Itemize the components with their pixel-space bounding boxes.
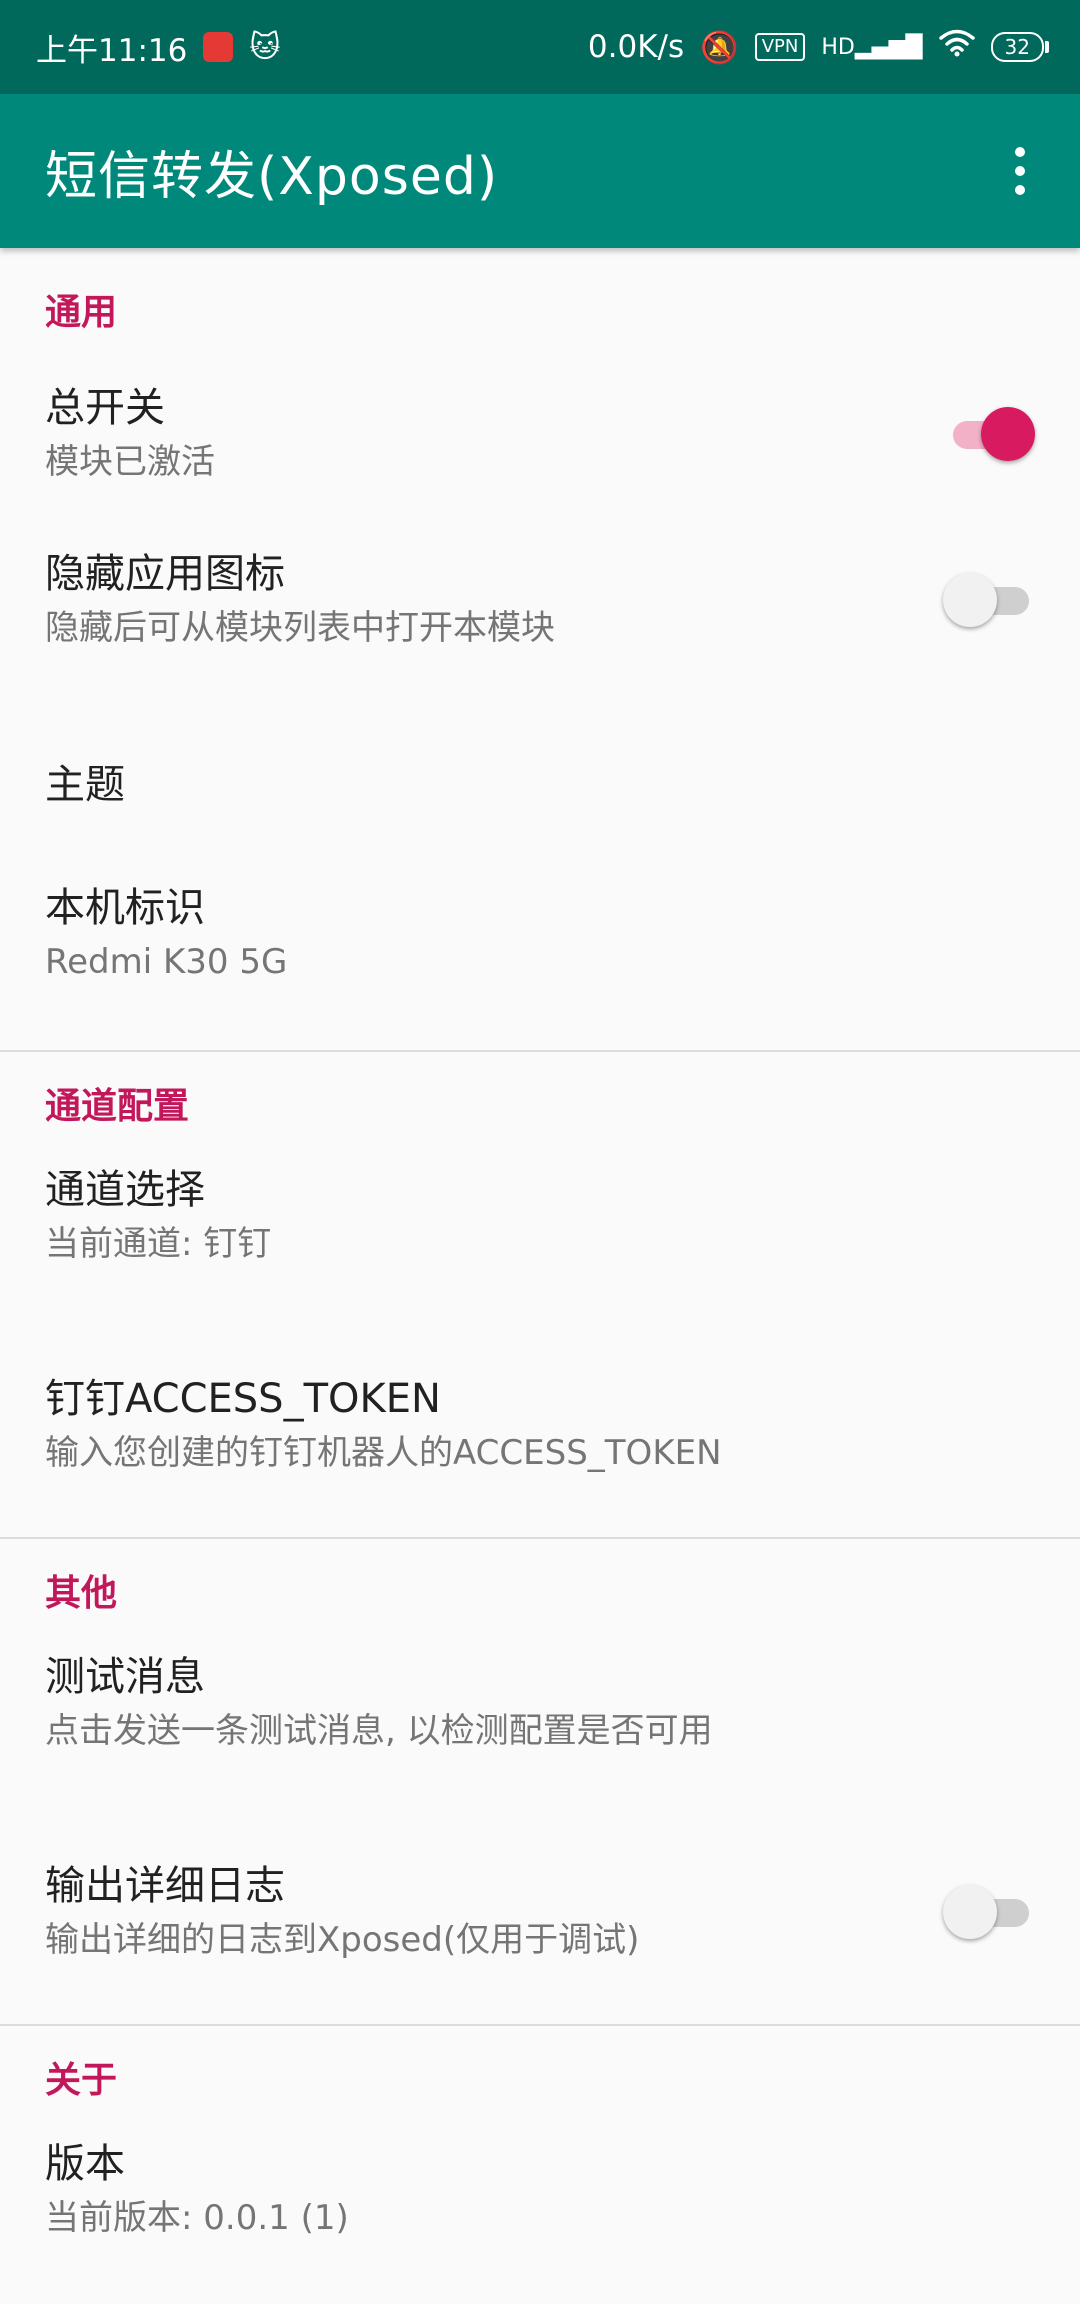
network-speed: 0.0K/s: [587, 29, 685, 65]
category-title-other: 其他: [45, 1573, 118, 1614]
category-other: 其他 测试消息 点击发送一条测试消息, 以检测配置是否可用 输出详细日志 输出详…: [0, 1539, 1080, 2024]
status-time: 上午11:16: [36, 32, 188, 69]
category-title-about: 关于: [45, 2060, 118, 2101]
hide-icon-toggle[interactable]: [943, 570, 1035, 630]
cat-notification-icon: 🐱: [249, 29, 281, 65]
switch-thumb: [943, 1884, 997, 1939]
pref-summary: 当前通道: 钉钉: [45, 1224, 272, 1264]
pref-title: 隐藏应用图标: [45, 551, 285, 597]
category-about: 关于 版本 当前版本: 0.0.1 (1): [0, 2026, 1080, 2286]
pref-summary: 当前版本: 0.0.1 (1): [45, 2198, 349, 2238]
app-notification-icon: [203, 32, 234, 62]
test-message-pref[interactable]: 测试消息 点击发送一条测试消息, 以检测配置是否可用: [0, 1649, 1080, 1799]
hd-label: HD: [821, 34, 855, 60]
category-general: 通用 总开关 模块已激活 隐藏应用图标 隐藏后可从模块列表中打开本模块 主题 本…: [0, 248, 1080, 1050]
hide-icon-pref[interactable]: 隐藏应用图标 隐藏后可从模块列表中打开本模块: [0, 500, 1080, 700]
theme-pref[interactable]: 主题: [0, 700, 1080, 870]
pref-text: 输出详细日志 输出详细的日志到Xposed(仅用于调试): [45, 1858, 639, 1966]
pref-title: 本机标识: [45, 885, 205, 931]
mute-icon: 🔕: [700, 29, 739, 66]
pref-summary: Redmi K30 5G: [45, 942, 288, 982]
dingtalk-token-pref[interactable]: 钉钉ACCESS_TOKEN 输入您创建的钉钉机器人的ACCESS_TOKEN: [0, 1312, 1080, 1537]
app-bar: 短信转发(Xposed): [0, 94, 1080, 248]
switch-thumb: [943, 573, 997, 627]
version-pref[interactable]: 版本 当前版本: 0.0.1 (1): [0, 2136, 1080, 2286]
pref-title: 版本: [45, 2141, 125, 2187]
pref-title: 输出详细日志: [45, 1862, 285, 1909]
verbose-log-pref[interactable]: 输出详细日志 输出详细的日志到Xposed(仅用于调试): [0, 1799, 1080, 2024]
master-switch-pref[interactable]: 总开关 模块已激活: [0, 368, 1080, 500]
pref-text: 通道选择 当前通道: 钉钉: [45, 1162, 271, 1270]
status-bar-left: 上午11:16 🐱: [36, 25, 281, 70]
pref-title: 通道选择: [45, 1167, 205, 1213]
master-switch-toggle[interactable]: [943, 404, 1035, 464]
pref-text: 钉钉ACCESS_TOKEN 输入您创建的钉钉机器人的ACCESS_TOKEN: [45, 1371, 722, 1479]
channel-select-pref[interactable]: 通道选择 当前通道: 钉钉: [0, 1162, 1080, 1312]
device-id-pref[interactable]: 本机标识 Redmi K30 5G: [0, 870, 1080, 1050]
status-bar: 上午11:16 🐱 0.0K/s 🔕 VPN HD▂▄▆█ 32: [0, 0, 1080, 94]
pref-summary: 隐藏后可从模块列表中打开本模块: [45, 608, 555, 648]
pref-title: 主题: [45, 762, 125, 808]
battery-icon: 32: [990, 32, 1050, 62]
pref-text: 总开关 模块已激活: [45, 380, 215, 488]
pref-title: 测试消息: [45, 1654, 205, 1700]
pref-title: 钉钉ACCESS_TOKEN: [45, 1375, 441, 1422]
pref-summary: 模块已激活: [45, 442, 215, 482]
pref-summary: 输入您创建的钉钉机器人的ACCESS_TOKEN: [45, 1432, 722, 1473]
verbose-log-toggle[interactable]: [943, 1882, 1035, 1942]
status-bar-right: 0.0K/s 🔕 VPN HD▂▄▆█ 32: [587, 29, 1050, 66]
category-title-channel: 通道配置: [45, 1086, 190, 1127]
category-channel: 通道配置 通道选择 当前通道: 钉钉 钉钉ACCESS_TOKEN 输入您创建的…: [0, 1052, 1080, 1537]
pref-text: 主题: [45, 757, 125, 813]
vpn-icon: VPN: [754, 33, 806, 61]
pref-summary: 输出详细的日志到Xposed(仅用于调试): [45, 1919, 640, 1960]
app-title: 短信转发(Xposed): [45, 146, 499, 207]
pref-text: 隐藏应用图标 隐藏后可从模块列表中打开本模块: [45, 546, 555, 654]
pref-summary: 点击发送一条测试消息, 以检测配置是否可用: [45, 1711, 713, 1751]
pref-text: 测试消息 点击发送一条测试消息, 以检测配置是否可用: [45, 1649, 713, 1757]
signal-icon: HD▂▄▆█: [821, 34, 923, 60]
pref-text: 版本 当前版本: 0.0.1 (1): [45, 2136, 349, 2244]
overflow-menu-icon[interactable]: [990, 131, 1050, 211]
pref-text: 本机标识 Redmi K30 5G: [45, 880, 287, 988]
wifi-icon: [938, 29, 975, 65]
switch-thumb: [981, 407, 1035, 461]
pref-title: 总开关: [45, 385, 165, 431]
category-title-general: 通用: [45, 292, 118, 333]
